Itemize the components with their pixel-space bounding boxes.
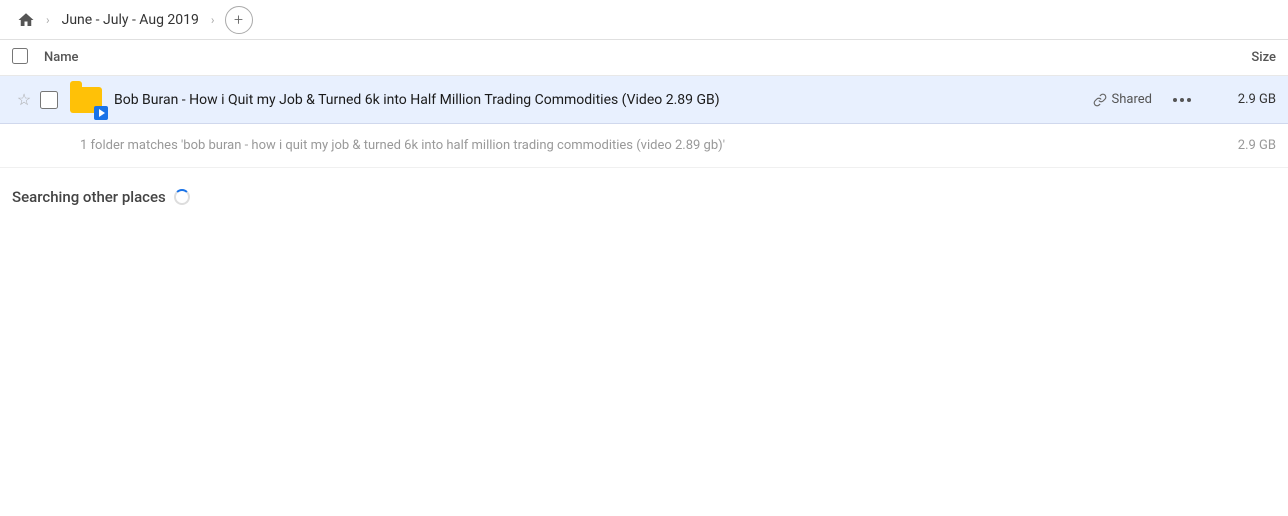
star-icon: ☆ [17, 90, 31, 109]
more-button[interactable] [1168, 86, 1196, 114]
add-icon: + [234, 10, 243, 29]
breadcrumb-item-1[interactable]: June - July - Aug 2019 [56, 10, 205, 30]
link-icon [1093, 93, 1107, 107]
shared-badge: Shared [1085, 89, 1160, 110]
loading-spinner [174, 189, 190, 205]
more-dots-icon [1173, 98, 1191, 102]
file-row[interactable]: ☆ Bob Buran - How i Quit my Job & Turned… [0, 76, 1288, 124]
subfolder-text: 1 folder matches 'bob buran - how i quit… [80, 138, 1196, 153]
searching-section: Searching other places [0, 168, 1288, 218]
file-name: Bob Buran - How i Quit my Job & Turned 6… [114, 92, 1085, 108]
column-size-header: Size [1196, 50, 1276, 65]
file-checkbox[interactable] [40, 91, 58, 109]
shared-label: Shared [1112, 92, 1152, 107]
subfolder-size: 2.9 GB [1196, 138, 1276, 153]
breadcrumb-sep-1: › [46, 13, 50, 27]
header-checkbox-area[interactable] [12, 48, 36, 68]
star-button[interactable]: ☆ [12, 88, 36, 112]
searching-label: Searching other places [12, 188, 166, 206]
file-size: 2.9 GB [1196, 92, 1276, 107]
breadcrumb-sep-2: › [211, 13, 215, 27]
breadcrumb-bar: › June - July - Aug 2019 › + [0, 0, 1288, 40]
select-all-checkbox[interactable] [12, 48, 28, 64]
searching-title: Searching other places [12, 188, 1276, 206]
home-button[interactable] [12, 6, 40, 34]
play-icon [99, 109, 105, 117]
column-headers: Name Size [0, 40, 1288, 76]
column-name-header: Name [44, 50, 1196, 65]
add-button[interactable]: + [225, 6, 253, 34]
file-icon-wrapper [68, 82, 104, 118]
video-badge [94, 106, 108, 120]
subfolder-row[interactable]: 1 folder matches 'bob buran - how i quit… [0, 124, 1288, 168]
